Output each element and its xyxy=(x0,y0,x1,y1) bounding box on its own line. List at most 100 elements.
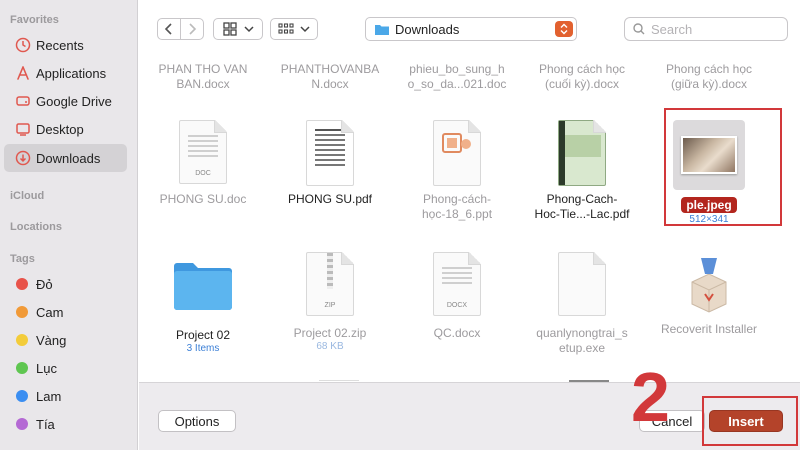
back-button[interactable] xyxy=(157,18,181,40)
file-name: (giữa kỳ).docx xyxy=(670,77,748,91)
file-item[interactable]: PHAN THO VAN BAN.docx xyxy=(140,62,266,92)
downloads-icon xyxy=(14,149,32,167)
file-item[interactable]: Phong cách học (cuối kỳ).docx xyxy=(519,62,645,92)
sidebar-item-google-drive[interactable]: Google Drive xyxy=(4,87,127,115)
file-item[interactable]: PHANTHOVANBA N.docx xyxy=(267,62,393,92)
chevron-left-icon xyxy=(164,23,172,35)
tag-color-dot xyxy=(16,334,28,346)
sidebar-tag-tia[interactable]: Tía xyxy=(4,410,127,438)
updown-chevron-icon xyxy=(555,21,573,37)
file-item[interactable]: phieu_bo_sung_h o_so_da...021.doc xyxy=(394,62,520,92)
toolbar: Downloads xyxy=(139,0,800,62)
tags-heading[interactable]: Tags xyxy=(10,253,35,265)
sidebar-item-label: Vàng xyxy=(36,332,67,348)
file-item-qc-docx[interactable]: DOCX QC.docx xyxy=(394,252,520,341)
sidebar-item-label: Cam xyxy=(36,304,64,320)
file-item-project-02-zip[interactable]: ZIP Project 02.zip 68 KB xyxy=(267,252,393,352)
file-type-label: ZIP xyxy=(324,302,336,309)
applications-icon xyxy=(14,64,32,82)
tag-color-dot xyxy=(16,418,28,430)
docx-file-icon: DOCX xyxy=(433,252,481,316)
file-name: Hoc-Tie...-Lac.pdf xyxy=(534,207,630,221)
sidebar-tag-do[interactable]: Đỏ xyxy=(4,270,127,298)
search-field[interactable] xyxy=(624,17,788,41)
file-name: (cuối kỳ).docx xyxy=(544,77,620,91)
file-name: học-18_6.ppt xyxy=(421,207,493,221)
file-item-project-02-folder[interactable]: Project 02 3 Items xyxy=(140,252,266,354)
file-name: etup.exe xyxy=(558,341,606,355)
sidebar-item-label: Lục xyxy=(36,360,57,376)
forward-button[interactable] xyxy=(180,18,204,40)
sidebar-item-label: Tía xyxy=(36,416,55,432)
file-item[interactable]: Phong cách học (giữa kỳ).docx xyxy=(646,62,772,92)
chevron-down-icon xyxy=(243,26,254,33)
file-item-phong-su-pdf[interactable]: PHONG SU.pdf xyxy=(267,120,393,207)
drive-icon xyxy=(14,92,32,110)
step-number-annotation: 2 xyxy=(631,358,670,436)
sidebar-item-label: Recents xyxy=(36,37,84,53)
favorites-heading: Favorites xyxy=(10,14,59,26)
sidebar-item-label: Lam xyxy=(36,388,62,404)
file-type-label: DOCX xyxy=(446,302,468,309)
tag-color-dot xyxy=(16,362,28,374)
file-name: Phong-Cach- xyxy=(546,192,618,206)
view-mode-button[interactable] xyxy=(213,18,263,40)
tag-color-dot xyxy=(16,306,28,318)
sidebar: Favorites Recents Applications Google Dr… xyxy=(0,0,138,450)
bottom-bar: Options Cancel Insert xyxy=(139,382,800,450)
file-name: quanlynongtrai_s xyxy=(536,326,628,340)
sidebar-item-applications[interactable]: Applications xyxy=(4,59,127,87)
group-by-button[interactable] xyxy=(270,18,318,40)
sidebar-item-recents[interactable]: Recents xyxy=(4,31,127,59)
chevron-right-icon xyxy=(189,23,197,35)
file-name: Phong cách học xyxy=(538,62,626,76)
file-type-label: DOC xyxy=(195,170,211,177)
file-name: PHANTHOVANBA xyxy=(280,62,380,76)
sidebar-tag-luc[interactable]: Lục xyxy=(4,354,127,382)
search-input[interactable] xyxy=(651,21,771,37)
file-name: Phong-cách- xyxy=(422,192,492,206)
file-item-ppt[interactable]: Phong-cách- học-18_6.ppt xyxy=(394,120,520,222)
installer-package-icon xyxy=(691,258,727,313)
sidebar-item-label: Downloads xyxy=(36,150,101,166)
sidebar-item-label: Đỏ xyxy=(36,276,53,292)
sidebar-item-label: Google Drive xyxy=(36,93,112,109)
sidebar-item-desktop[interactable]: Desktop xyxy=(4,115,127,143)
icloud-heading[interactable]: iCloud xyxy=(10,190,44,202)
file-name: Project 02.zip xyxy=(293,326,367,340)
grid-view-icon xyxy=(222,22,237,36)
file-item-setup-exe[interactable]: quanlynongtrai_s etup.exe xyxy=(519,252,645,356)
options-button[interactable]: Options xyxy=(158,410,236,432)
exe-file-icon xyxy=(558,252,606,316)
sidebar-tag-lam[interactable]: Lam xyxy=(4,382,127,410)
sidebar-tag-cam[interactable]: Cam xyxy=(4,298,127,326)
sidebar-item-label: Applications xyxy=(36,65,107,81)
ppt-file-icon xyxy=(433,120,481,186)
file-item-recoverit-installer[interactable]: Recoverit Installer xyxy=(646,252,772,337)
sidebar-item-label: Desktop xyxy=(36,121,84,137)
file-name: o_so_da...021.doc xyxy=(407,77,507,91)
file-item-phong-su-doc[interactable]: DOC PHONG SU.doc xyxy=(140,120,266,207)
file-name: N.docx xyxy=(311,77,349,91)
zip-file-icon: ZIP xyxy=(306,252,354,316)
file-name: Phong cách học xyxy=(665,62,753,76)
chevron-down-icon xyxy=(300,26,310,33)
search-icon xyxy=(633,23,645,35)
file-name: phieu_bo_sung_h xyxy=(409,62,505,76)
locations-heading[interactable]: Locations xyxy=(10,221,62,233)
location-popup[interactable]: Downloads xyxy=(365,17,577,41)
file-name: QC.docx xyxy=(433,326,481,340)
sidebar-tag-vang[interactable]: Vàng xyxy=(4,326,127,354)
pdf-thumbnail-icon xyxy=(306,120,354,186)
file-name: Project 02 xyxy=(175,328,231,342)
doc-file-icon: DOC xyxy=(179,120,227,184)
file-item-pdf-2[interactable]: Phong-Cach- Hoc-Tie...-Lac.pdf xyxy=(519,120,645,222)
sidebar-item-downloads[interactable]: Downloads xyxy=(4,144,127,172)
selection-highlight-box xyxy=(664,108,782,226)
tag-color-dot xyxy=(16,278,28,290)
file-name: Recoverit Installer xyxy=(660,322,758,336)
file-size: 68 KB xyxy=(316,341,344,352)
file-name: PHAN THO VAN xyxy=(158,62,248,76)
pdf-thumbnail-icon xyxy=(558,120,606,186)
desktop-icon xyxy=(14,120,32,138)
